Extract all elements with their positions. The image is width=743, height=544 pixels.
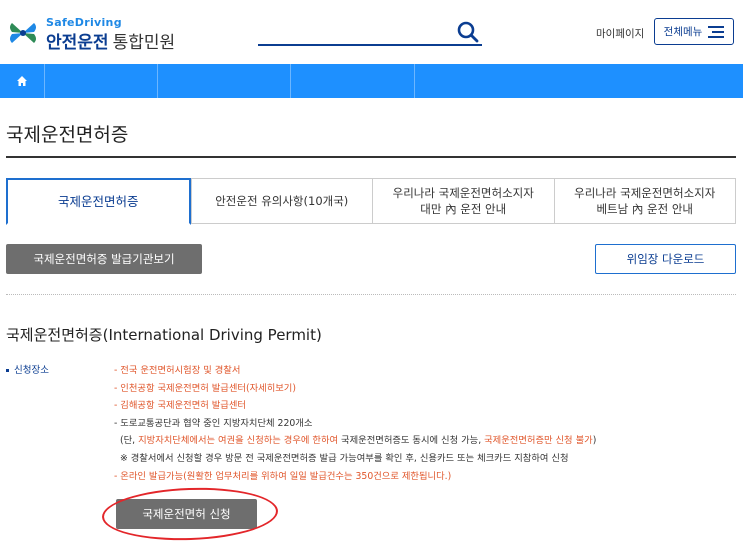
issuing-agencies-button[interactable]: 국제운전면허증 발급기관보기	[6, 244, 202, 274]
site-header: SafeDriving 안전운전 통합민원 마이페이지 전체메뉴	[0, 0, 743, 64]
list-item: - 온라인 발급가능(원활한 업무처리를 위하여 일일 발급건수는 350건으로…	[114, 470, 452, 482]
breadcrumb-nav	[0, 64, 743, 98]
home-icon	[17, 76, 27, 86]
page-title: 국제운전면허증	[6, 124, 129, 146]
clover-logo-icon	[10, 23, 36, 43]
list-item: - 김해공항 국제운전면허 발급센터	[114, 400, 246, 412]
power-of-attorney-download-button[interactable]: 위임장 다운로드	[595, 244, 736, 274]
nav-separator	[414, 64, 415, 98]
section-divider	[6, 294, 736, 295]
tab-vietnam-guide[interactable]: 우리나라 국제운전면허소지자 베트남 內 운전 안내	[553, 179, 736, 223]
apply-license-button[interactable]: 국제운전면허 신청	[116, 499, 257, 529]
full-menu-button[interactable]: 전체메뉴	[654, 18, 734, 45]
list-note: ※ 경찰서에서 신청할 경우 방문 전 국제운전면허증 발급 가능여부를 확인 …	[120, 452, 569, 464]
hamburger-icon	[708, 25, 725, 38]
title-divider	[6, 156, 736, 158]
application-place-list: - 전국 운전면허시험장 및 경찰서 - 인천공항 국제운전면허 발급센터(자세…	[114, 362, 734, 485]
search-input[interactable]	[258, 44, 482, 46]
nav-separator	[157, 64, 158, 98]
section-title: 국제운전면허증(International Driving Permit)	[6, 326, 322, 344]
list-item: - 전국 운전면허시험장 및 경찰서	[114, 365, 241, 376]
home-button[interactable]	[0, 64, 44, 98]
mypage-link[interactable]: 마이페이지	[596, 26, 644, 41]
application-place-label: 신청장소	[6, 362, 49, 376]
list-note: (단, 지방자치단체에서는 여권을 신청하는 경우에 한하여 국제운전면허증도 …	[120, 435, 597, 447]
incheon-airport-link[interactable]: - 인천공항 국제운전면허 발급센터(자세히보기)	[114, 380, 734, 398]
search-icon[interactable]	[456, 20, 480, 44]
list-item: - 도로교통공단과 협약 중인 지방자치단체 220개소	[114, 417, 313, 429]
bullet-icon	[6, 369, 9, 372]
tab-international-license[interactable]: 국제운전면허증	[6, 178, 191, 225]
nav-separator	[290, 64, 291, 98]
tab-safety-notes[interactable]: 안전운전 유의사항(10개국)	[190, 179, 373, 223]
nav-separator	[44, 64, 45, 98]
logo-korean-text: 안전운전 통합민원	[46, 33, 176, 53]
tab-bar: 국제운전면허증 안전운전 유의사항(10개국) 우리나라 국제운전면허소지자 대만…	[6, 178, 736, 225]
tab-taiwan-guide[interactable]: 우리나라 국제운전면허소지자 대만 內 운전 안내	[372, 179, 554, 223]
full-menu-label: 전체메뉴	[663, 26, 703, 38]
